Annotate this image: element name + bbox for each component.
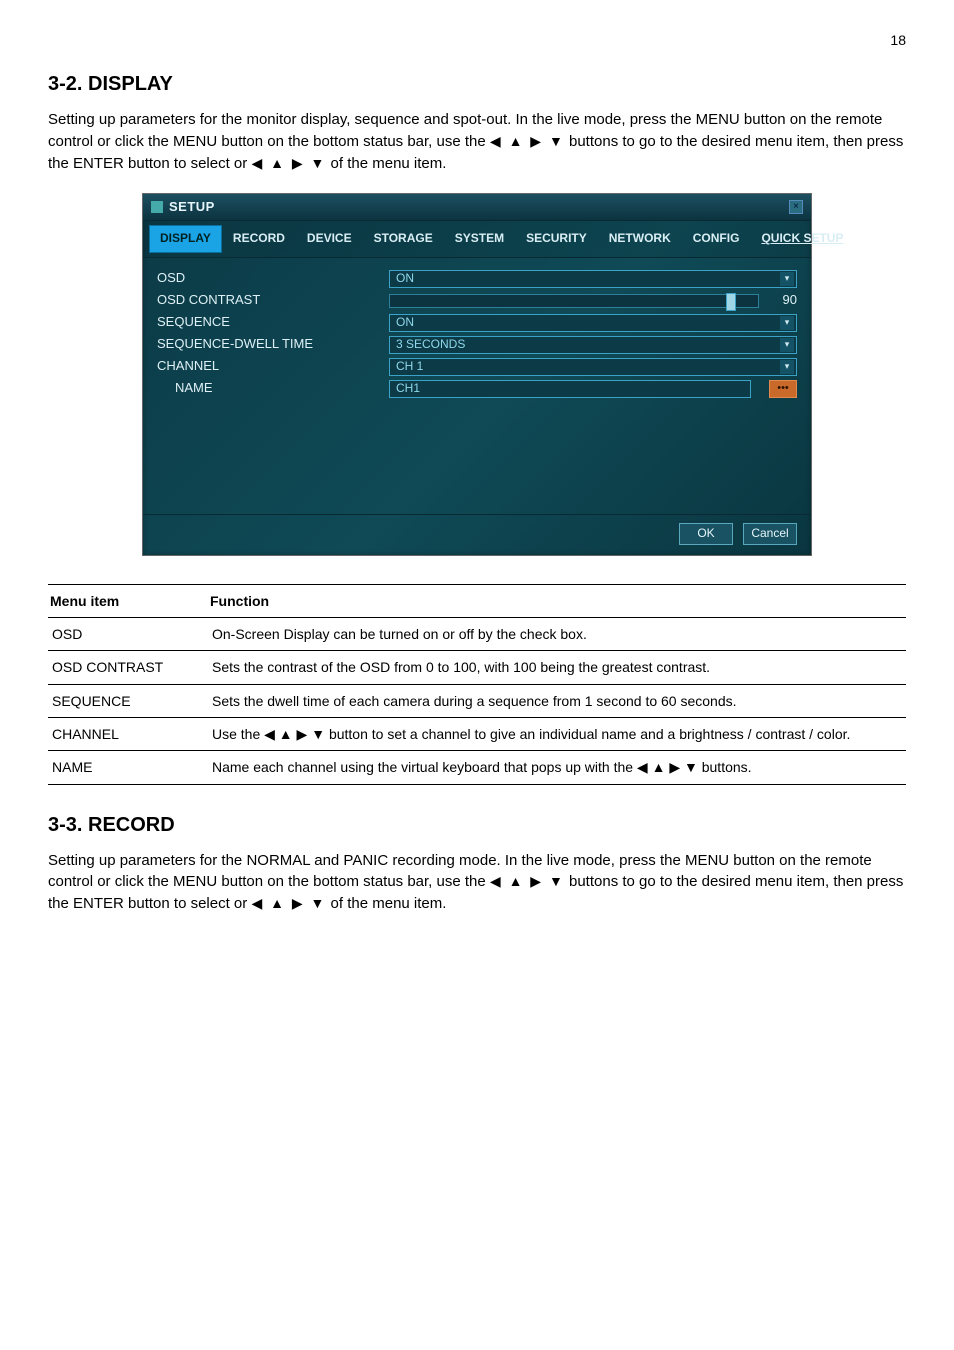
- section-display-heading: 3-2. DISPLAY: [48, 70, 906, 99]
- close-icon[interactable]: ×: [789, 200, 803, 214]
- cell-menu-item: NAME: [48, 751, 208, 784]
- chevron-down-icon[interactable]: ▾: [780, 272, 794, 286]
- table-row: OSD CONTRASTSets the contrast of the OSD…: [48, 651, 906, 684]
- chevron-down-icon[interactable]: ▾: [780, 360, 794, 374]
- more-button[interactable]: •••: [769, 380, 797, 398]
- field-dwell-value: 3 SECONDS: [396, 336, 465, 353]
- cell-function: Sets the dwell time of each camera durin…: [208, 684, 906, 717]
- field-sequence-value: ON: [396, 314, 414, 331]
- table-row: CHANNELUse the ◀ ▲ ▶ ▼ button to set a c…: [48, 717, 906, 750]
- cell-function: Use the ◀ ▲ ▶ ▼ button to set a channel …: [208, 717, 906, 750]
- arrow-icons: ◀ ▲ ▶ ▼: [490, 133, 565, 149]
- label-sequence: SEQUENCE: [157, 313, 377, 332]
- field-name-value: CH1: [396, 380, 420, 397]
- cancel-button[interactable]: Cancel: [743, 523, 797, 545]
- record-para-text-c: of the menu item.: [331, 895, 447, 912]
- chevron-down-icon[interactable]: ▾: [780, 316, 794, 330]
- table-row: SEQUENCESets the dwell time of each came…: [48, 684, 906, 717]
- tab-record[interactable]: RECORD: [222, 225, 296, 252]
- slider-value: 90: [769, 291, 797, 310]
- label-osd: OSD: [157, 269, 377, 288]
- tab-device[interactable]: DEVICE: [296, 225, 363, 252]
- table-row: NAMEName each channel using the virtual …: [48, 751, 906, 784]
- th-function: Function: [208, 584, 906, 617]
- tab-security[interactable]: SECURITY: [515, 225, 598, 252]
- tab-display[interactable]: DISPLAY: [149, 225, 222, 252]
- cell-function: Name each channel using the virtual keyb…: [208, 751, 906, 784]
- ok-button[interactable]: OK: [679, 523, 733, 545]
- arrow-icons: ◀ ▲ ▶ ▼: [251, 155, 326, 171]
- display-para-text-c: of the menu item.: [331, 155, 447, 172]
- chevron-down-icon[interactable]: ▾: [780, 338, 794, 352]
- section-record-heading: 3-3. RECORD: [48, 811, 906, 840]
- field-sequence[interactable]: ON ▾: [389, 314, 797, 332]
- tab-bar: DISPLAYRECORDDEVICESTORAGESYSTEMSECURITY…: [143, 221, 811, 257]
- cell-menu-item: CHANNEL: [48, 717, 208, 750]
- slider-thumb[interactable]: [726, 293, 736, 311]
- tab-config[interactable]: CONFIG: [682, 225, 751, 252]
- label-channel: CHANNEL: [157, 357, 377, 376]
- setup-body: OSD ON ▾ OSD CONTRAST 90 SEQUENCE ON ▾ S…: [143, 258, 811, 514]
- cell-menu-item: OSD: [48, 618, 208, 651]
- field-dwell[interactable]: 3 SECONDS ▾: [389, 336, 797, 354]
- table-row: OSDOn-Screen Display can be turned on or…: [48, 618, 906, 651]
- window-titlebar: SETUP ×: [143, 194, 811, 222]
- cell-function: Sets the contrast of the OSD from 0 to 1…: [208, 651, 906, 684]
- th-menu-item: Menu item: [48, 584, 208, 617]
- label-dwell: SEQUENCE-DWELL TIME: [157, 335, 377, 354]
- window-icon: [151, 201, 163, 213]
- field-channel-value: CH 1: [396, 358, 423, 375]
- field-osd[interactable]: ON ▾: [389, 270, 797, 288]
- page-number: 18: [48, 30, 906, 50]
- field-name[interactable]: CH1: [389, 380, 751, 398]
- arrow-icons: ◀ ▲ ▶ ▼: [490, 873, 565, 889]
- tab-network[interactable]: NETWORK: [598, 225, 682, 252]
- tab-system[interactable]: SYSTEM: [444, 225, 515, 252]
- cell-menu-item: OSD CONTRAST: [48, 651, 208, 684]
- label-osd-contrast: OSD CONTRAST: [157, 291, 377, 310]
- arrow-icons: ◀ ▲ ▶ ▼: [251, 895, 326, 911]
- cell-menu-item: SEQUENCE: [48, 684, 208, 717]
- window-title: SETUP: [169, 198, 215, 217]
- label-name: NAME: [157, 379, 377, 398]
- field-osd-value: ON: [396, 270, 414, 287]
- setup-screenshot: SETUP × DISPLAYRECORDDEVICESTORAGESYSTEM…: [142, 193, 812, 556]
- cell-function: On-Screen Display can be turned on or of…: [208, 618, 906, 651]
- section-record-paragraph: Setting up parameters for the NORMAL and…: [48, 850, 906, 915]
- tab-storage[interactable]: STORAGE: [363, 225, 444, 252]
- field-channel[interactable]: CH 1 ▾: [389, 358, 797, 376]
- section-display-paragraph: Setting up parameters for the monitor di…: [48, 109, 906, 174]
- slider-osd-contrast[interactable]: [389, 294, 759, 308]
- display-menu-table: Menu item Function OSDOn-Screen Display …: [48, 584, 906, 785]
- tab-quick-setup[interactable]: QUICK SETUP: [750, 225, 854, 252]
